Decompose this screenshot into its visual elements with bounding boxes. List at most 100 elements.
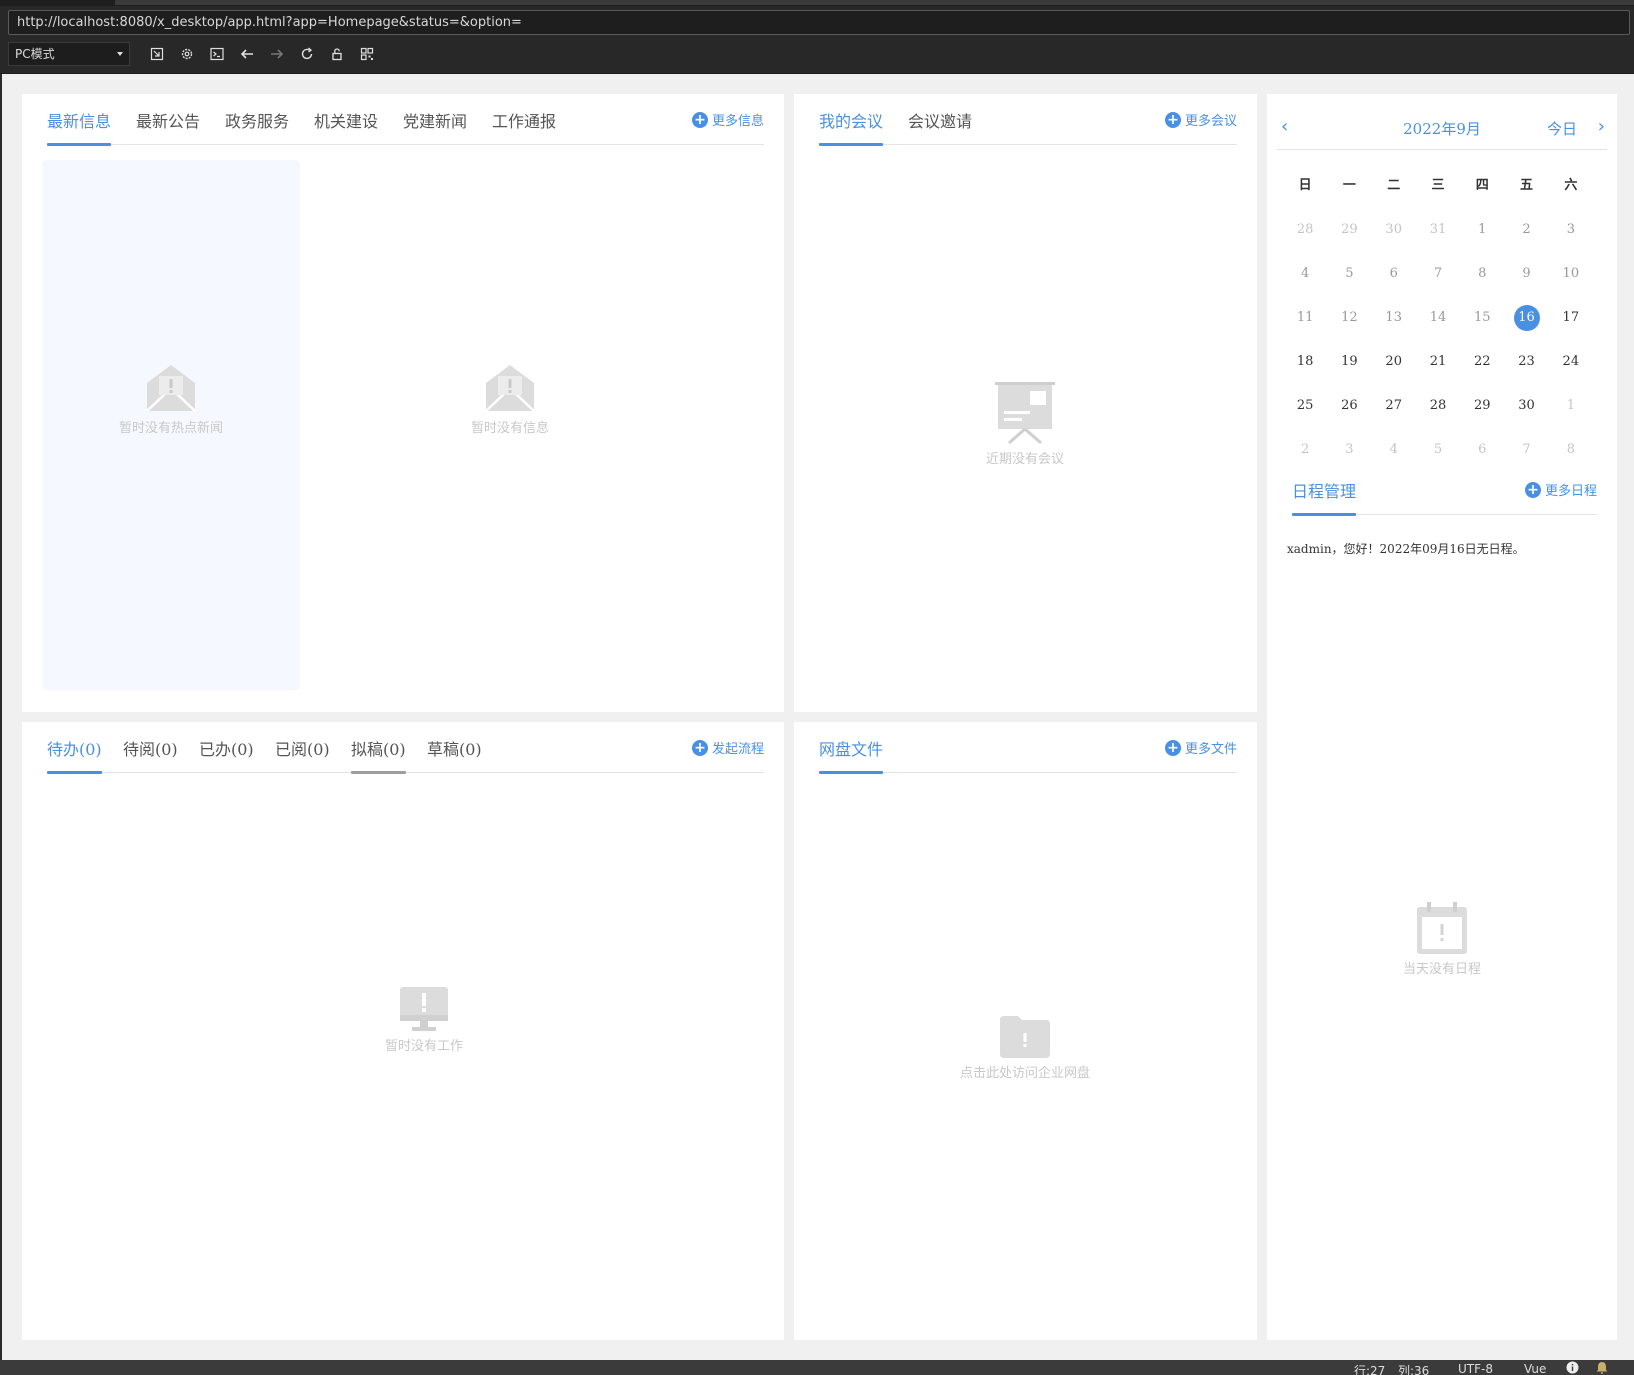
calendar-day[interactable]: 5	[1416, 436, 1460, 464]
calendar-day[interactable]: 15	[1460, 304, 1504, 332]
calendar-day[interactable]: 8	[1549, 436, 1593, 464]
calendar-day[interactable]: 17	[1549, 304, 1593, 332]
console-icon[interactable]	[202, 42, 232, 66]
tab-work-bulletin[interactable]: 工作通报	[492, 108, 556, 145]
schedule-empty: 当天没有日程	[1352, 902, 1532, 977]
disk-empty[interactable]: 点击此处访问企业网盘	[915, 1016, 1135, 1081]
calendar-day[interactable]: 8	[1460, 260, 1504, 288]
tab-drafting[interactable]: 拟稿(0)	[351, 736, 406, 774]
calendar-day[interactable]: 2	[1283, 436, 1327, 464]
calendar-day[interactable]: 5	[1327, 260, 1371, 288]
language-mode[interactable]: Vue	[1524, 1362, 1546, 1375]
calendar-day[interactable]: 1	[1460, 216, 1504, 244]
calendar-day[interactable]: 9	[1504, 260, 1548, 288]
calendar-day[interactable]: 23	[1504, 348, 1548, 376]
tab-read[interactable]: 已阅(0)	[275, 736, 330, 773]
calendar-day[interactable]: 29	[1327, 216, 1371, 244]
calendar-week: 4 5 6 7 8 9 10	[1283, 252, 1593, 296]
mode-select[interactable]: PC模式	[8, 42, 130, 66]
calendar-day[interactable]: 26	[1327, 392, 1371, 420]
encoding[interactable]: UTF-8	[1458, 1362, 1493, 1375]
tab-label: 工作通报	[492, 112, 557, 131]
calendar-day[interactable]: 30	[1504, 392, 1548, 420]
back-icon[interactable]	[232, 42, 262, 66]
tab-meeting-invitations[interactable]: 会议邀请	[908, 108, 972, 145]
calendar-day[interactable]: 25	[1283, 392, 1327, 420]
tab-label: 会议邀请	[908, 112, 973, 131]
calendar-day[interactable]: 14	[1416, 304, 1460, 332]
tab-drafts[interactable]: 草稿(0)	[427, 736, 482, 773]
tab-underline	[819, 143, 884, 146]
calendar-day[interactable]: 22	[1460, 348, 1504, 376]
tab-party-news[interactable]: 党建新闻	[403, 108, 467, 145]
tab-office-building[interactable]: 机关建设	[314, 108, 378, 145]
tab-schedule[interactable]: 日程管理	[1292, 478, 1357, 516]
calendar-day[interactable]: 28	[1416, 392, 1460, 420]
calendar-day[interactable]: 3	[1327, 436, 1371, 464]
start-process-button[interactable]: + 发起流程	[691, 738, 764, 757]
plus-icon: +	[691, 111, 708, 128]
more-meetings-button[interactable]: + 更多会议	[1164, 110, 1237, 129]
calendar-day[interactable]: 19	[1327, 348, 1371, 376]
calendar-day[interactable]: 29	[1460, 392, 1504, 420]
calendar-panel: ‹ 2022年9月 今日 › 日 一 二 三 四 五 六 28 29 30 31…	[1267, 94, 1617, 1340]
tab-label: 草稿(0)	[427, 740, 482, 759]
calendar-day[interactable]: 1	[1549, 392, 1593, 420]
chevron-right-icon[interactable]: ›	[1598, 116, 1605, 137]
calendar-day[interactable]: 2	[1504, 216, 1548, 244]
more-label: 更多文件	[1184, 742, 1237, 757]
calendar-day[interactable]: 11	[1283, 304, 1327, 332]
plus-icon: +	[1164, 739, 1181, 756]
forward-icon[interactable]	[262, 42, 292, 66]
tab-announcements[interactable]: 最新公告	[136, 108, 200, 145]
tab-done[interactable]: 已办(0)	[199, 736, 254, 773]
reload-icon[interactable]	[292, 42, 322, 66]
more-label: 发起流程	[711, 742, 764, 757]
calendar-day[interactable]: 6	[1372, 260, 1416, 288]
calendar-day[interactable]: 12	[1327, 304, 1371, 332]
weekday-label: 日	[1298, 178, 1312, 193]
new-window-icon[interactable]	[142, 42, 172, 66]
calendar-day[interactable]: 13	[1372, 304, 1416, 332]
today-button[interactable]: 今日	[1547, 118, 1577, 139]
tab-my-meetings[interactable]: 我的会议	[819, 108, 884, 146]
tab-latest-info[interactable]: 最新信息	[47, 108, 112, 146]
calendar-day[interactable]: 21	[1416, 348, 1460, 376]
calendar-day-selected[interactable]: 16	[1504, 304, 1548, 332]
more-info-button[interactable]: + 更多信息	[691, 110, 764, 129]
mode-select-value: PC模式	[15, 47, 55, 61]
tab-hover-underline	[351, 771, 406, 774]
plus-icon: +	[1524, 481, 1541, 498]
calendar-day[interactable]: 7	[1416, 260, 1460, 288]
more-schedule-button[interactable]: + 更多日程	[1524, 480, 1597, 499]
calendar-day[interactable]: 18	[1283, 348, 1327, 376]
calendar-day[interactable]: 10	[1549, 260, 1593, 288]
monitor-icon	[400, 987, 448, 1031]
browser-chrome: http://localhost:8080/x_desktop/app.html…	[0, 0, 1634, 74]
empty-text: 点击此处访问企业网盘	[959, 1066, 1090, 1081]
more-files-button[interactable]: + 更多文件	[1164, 738, 1237, 757]
bell-icon[interactable]	[1596, 1361, 1608, 1375]
tab-disk-files[interactable]: 网盘文件	[819, 736, 884, 774]
calendar-day[interactable]: 3	[1549, 216, 1593, 244]
calendar-day[interactable]: 4	[1372, 436, 1416, 464]
calendar-day[interactable]: 28	[1283, 216, 1327, 244]
calendar-day[interactable]: 4	[1283, 260, 1327, 288]
calendar-day[interactable]: 24	[1549, 348, 1593, 376]
tab-government-services[interactable]: 政务服务	[225, 108, 289, 145]
calendar-day[interactable]: 27	[1372, 392, 1416, 420]
info-icon[interactable]	[1566, 1361, 1579, 1375]
qr-icon[interactable]	[352, 42, 382, 66]
calendar-day[interactable]: 30	[1372, 216, 1416, 244]
calendar-day[interactable]: 7	[1504, 436, 1548, 464]
tab-underline	[819, 771, 884, 774]
calendar-day[interactable]: 20	[1372, 348, 1416, 376]
meeting-panel: 我的会议 会议邀请 + 更多会议 近期没有会议	[794, 94, 1257, 712]
settings-icon[interactable]	[172, 42, 202, 66]
url-bar[interactable]: http://localhost:8080/x_desktop/app.html…	[8, 10, 1630, 35]
calendar-day[interactable]: 31	[1416, 216, 1460, 244]
lock-icon[interactable]	[322, 42, 352, 66]
tab-todo[interactable]: 待办(0)	[47, 736, 102, 774]
tab-to-read[interactable]: 待阅(0)	[123, 736, 178, 773]
calendar-day[interactable]: 6	[1460, 436, 1504, 464]
